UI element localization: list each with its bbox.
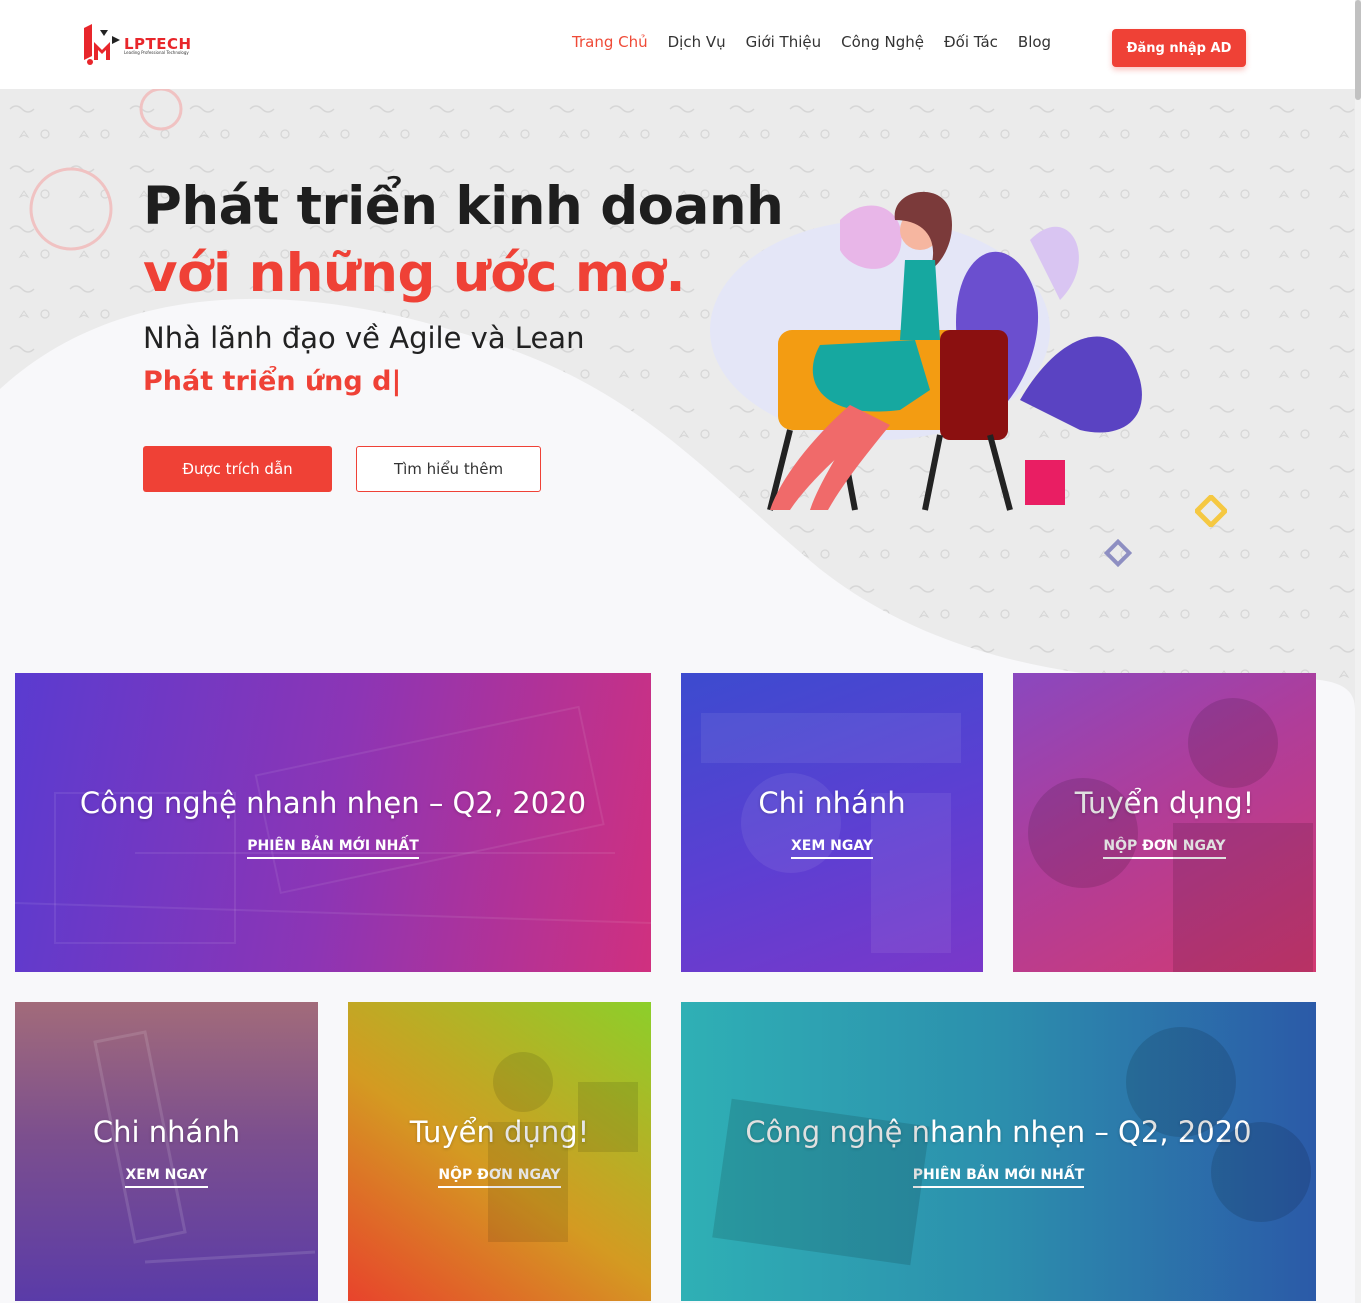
- nav-item-services[interactable]: Dịch Vụ: [668, 33, 726, 51]
- quote-button[interactable]: Được trích dẫn: [143, 446, 332, 492]
- hero-typed-text: Phát triển ứng d|: [143, 366, 402, 397]
- nav-item-about[interactable]: Giới Thiệu: [746, 33, 821, 51]
- scrollbar-track[interactable]: [1355, 0, 1361, 1303]
- card-agile-tech-2[interactable]: Công nghệ nhanh nhẹn – Q2, 2020 PHIÊN BẢ…: [681, 1002, 1316, 1301]
- card-link[interactable]: XEM NGAY: [125, 1167, 208, 1188]
- card-background-image: [1028, 698, 1313, 972]
- hero-title-line1: Phát triển kinh doanh: [143, 176, 784, 237]
- card-agile-tech[interactable]: Công nghệ nhanh nhẹn – Q2, 2020 PHIÊN BẢ…: [15, 673, 651, 972]
- card-background-image: [15, 705, 651, 944]
- learn-more-button[interactable]: Tìm hiểu thêm: [356, 446, 541, 492]
- logo[interactable]: LPTECH Leading Professional Technology: [80, 20, 200, 68]
- hero-section: Phát triển kinh doanh với những ước mơ. …: [0, 89, 1355, 1303]
- card-background-image: [701, 713, 961, 953]
- card-branch-2[interactable]: Chi nhánh XEM NGAY: [15, 1002, 318, 1301]
- site-header: LPTECH Leading Professional Technology T…: [0, 0, 1358, 89]
- nav-item-blog[interactable]: Blog: [1018, 33, 1051, 51]
- card-title: Công nghệ nhanh nhẹn – Q2, 2020: [745, 1115, 1252, 1149]
- card-link[interactable]: PHIÊN BẢN MỚI NHẤT: [912, 1167, 1085, 1188]
- login-button[interactable]: Đăng nhập AD: [1112, 29, 1246, 67]
- card-title: Tuyển dụng!: [409, 1115, 590, 1149]
- card-link[interactable]: XEM NGAY: [790, 838, 873, 859]
- card-background-image: [93, 1030, 316, 1264]
- hero-title-line2: với những ước mơ.: [143, 243, 686, 304]
- main-nav: Trang Chủ Dịch Vụ Giới Thiệu Công Nghệ Đ…: [572, 33, 1071, 51]
- card-recruit-2[interactable]: Tuyển dụng! NỘP ĐƠN NGAY: [348, 1002, 651, 1301]
- card-recruit[interactable]: Tuyển dụng! NỘP ĐƠN NGAY: [1013, 673, 1316, 972]
- logo-icon: [84, 24, 120, 65]
- nav-item-technology[interactable]: Công Nghệ: [841, 33, 924, 51]
- card-branch[interactable]: Chi nhánh XEM NGAY: [681, 673, 983, 972]
- card-link[interactable]: NỘP ĐƠN NGAY: [1103, 838, 1226, 859]
- card-link[interactable]: PHIÊN BẢN MỚI NHẤT: [247, 838, 419, 859]
- nav-item-partners[interactable]: Đối Tác: [944, 33, 998, 51]
- diamond-icon: [1195, 495, 1227, 527]
- nav-item-home[interactable]: Trang Chủ: [572, 33, 648, 51]
- logo-tagline: Leading Professional Technology: [124, 50, 189, 55]
- card-title: Công nghệ nhanh nhẹn – Q2, 2020: [79, 786, 587, 820]
- hero-subtitle: Nhà lãnh đạo về Agile và Lean: [143, 321, 585, 355]
- card-title: Chi nhánh: [92, 1115, 241, 1149]
- card-background-image: [488, 1052, 638, 1242]
- scrollbar-thumb[interactable]: [1355, 0, 1361, 100]
- card-background-image: [712, 1027, 1311, 1266]
- diamond-icon: [1104, 539, 1132, 567]
- card-title: Tuyển dụng!: [1074, 786, 1255, 820]
- card-title: Chi nhánh: [758, 786, 906, 820]
- hero-illustration: [710, 191, 1142, 511]
- card-link[interactable]: NỘP ĐƠN NGAY: [438, 1167, 561, 1188]
